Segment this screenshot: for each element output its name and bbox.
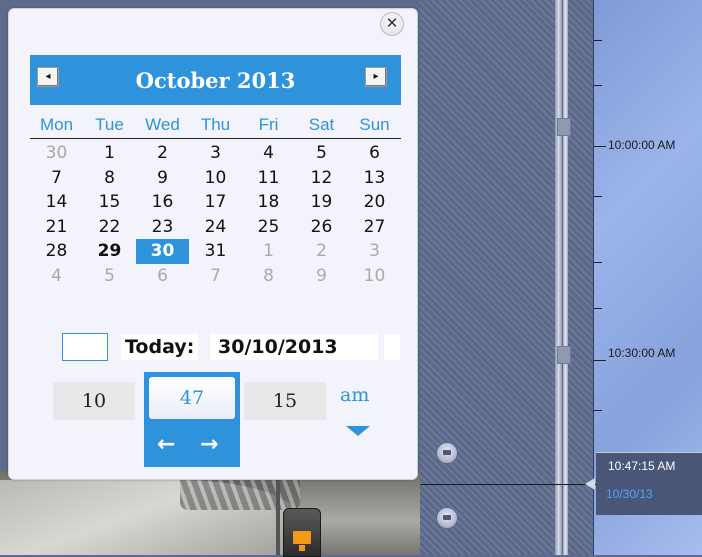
calendar-day[interactable]: 22 bbox=[83, 215, 136, 240]
month-title: October 2013 bbox=[135, 68, 296, 93]
monitor-icon[interactable] bbox=[283, 508, 321, 557]
calendar-day[interactable]: 5 bbox=[83, 264, 136, 289]
calendar-day[interactable]: 1 bbox=[242, 239, 295, 264]
timeline-rail bbox=[555, 0, 562, 555]
scale-tick bbox=[594, 308, 602, 309]
calendar-header: ◂ October 2013 ▸ bbox=[30, 55, 401, 105]
scale-tick bbox=[594, 360, 606, 361]
scroll-down-icon[interactable] bbox=[436, 507, 458, 529]
minute-field[interactable]: 47 bbox=[149, 377, 235, 419]
hour-field[interactable]: 10 bbox=[53, 382, 135, 420]
calendar-day[interactable]: 8 bbox=[83, 166, 136, 191]
minute-right-arrow-icon[interactable]: → bbox=[200, 432, 218, 457]
calendar-week-row: 7 8 9 10 11 12 13 bbox=[30, 166, 401, 191]
calendar-day[interactable]: 19 bbox=[295, 190, 348, 215]
playhead-date: 10/30/13 bbox=[606, 487, 653, 501]
next-month-button[interactable]: ▸ bbox=[365, 67, 387, 87]
scale-label-1000: 10:00:00 AM bbox=[608, 138, 676, 152]
playhead-arrow-icon[interactable] bbox=[585, 478, 595, 490]
calendar-day[interactable]: 26 bbox=[295, 215, 348, 240]
today-field-end bbox=[384, 334, 400, 360]
calendar-day[interactable]: 18 bbox=[242, 190, 295, 215]
weekday-header: Mon Tue Wed Thu Fri Sat Sun bbox=[30, 112, 401, 139]
calendar-day[interactable]: 21 bbox=[30, 215, 83, 240]
calendar-day[interactable]: 25 bbox=[242, 215, 295, 240]
scale-tick bbox=[594, 196, 602, 197]
calendar-day[interactable]: 10 bbox=[189, 166, 242, 191]
calendar-day[interactable]: 9 bbox=[136, 166, 189, 191]
today-date-value[interactable]: 30/10/2013 bbox=[210, 334, 378, 360]
calendar-day[interactable]: 2 bbox=[136, 141, 189, 166]
second-field[interactable]: 15 bbox=[244, 382, 326, 420]
calendar-day[interactable]: 7 bbox=[30, 166, 83, 191]
calendar-day[interactable]: 9 bbox=[295, 264, 348, 289]
calendar-day[interactable]: 6 bbox=[136, 264, 189, 289]
rail-knob-bottom[interactable] bbox=[557, 346, 571, 364]
timeline-rail-secondary bbox=[563, 0, 568, 555]
calendar-day[interactable]: 7 bbox=[189, 264, 242, 289]
calendar-week-row: 28 29 30 31 1 2 3 bbox=[30, 239, 401, 264]
calendar-day[interactable]: 29 bbox=[83, 239, 136, 264]
calendar-day[interactable]: 23 bbox=[136, 215, 189, 240]
calendar-day[interactable]: 4 bbox=[242, 141, 295, 166]
calendar-day[interactable]: 16 bbox=[136, 190, 189, 215]
playhead-time: 10:47:15 AM bbox=[608, 459, 676, 473]
calendar-day[interactable]: 31 bbox=[189, 239, 242, 264]
camera-post bbox=[276, 470, 280, 555]
calendar-day[interactable]: 3 bbox=[348, 239, 401, 264]
calendar-day[interactable]: 8 bbox=[242, 264, 295, 289]
scroll-up-icon[interactable] bbox=[436, 442, 458, 464]
rail-knob-top[interactable] bbox=[557, 118, 571, 136]
calendar-day-selected[interactable]: 30 bbox=[136, 239, 189, 264]
calendar-day[interactable]: 3 bbox=[189, 141, 242, 166]
calendar-day[interactable]: 27 bbox=[348, 215, 401, 240]
calendar-day[interactable]: 6 bbox=[348, 141, 401, 166]
calendar-day[interactable]: 30 bbox=[30, 141, 83, 166]
calendar-week-row: 30 1 2 3 4 5 6 bbox=[30, 141, 401, 166]
today-label: Today: bbox=[121, 334, 199, 360]
today-checkbox[interactable] bbox=[62, 333, 108, 361]
calendar-day[interactable]: 4 bbox=[30, 264, 83, 289]
calendar-day[interactable]: 15 bbox=[83, 190, 136, 215]
calendar-week-row: 21 22 23 24 25 26 27 bbox=[30, 215, 401, 240]
calendar-day[interactable]: 11 bbox=[242, 166, 295, 191]
weekday-label: Wed bbox=[145, 115, 180, 134]
calendar-day[interactable]: 12 bbox=[295, 166, 348, 191]
scale-tick bbox=[594, 40, 602, 41]
calendar-day[interactable]: 24 bbox=[189, 215, 242, 240]
calendar-day[interactable]: 14 bbox=[30, 190, 83, 215]
ampm-toggle[interactable]: am bbox=[340, 384, 369, 406]
weekday-label: Sun bbox=[359, 115, 390, 134]
calendar-day[interactable]: 1 bbox=[83, 141, 136, 166]
calendar-day[interactable]: 17 bbox=[189, 190, 242, 215]
minute-left-arrow-icon[interactable]: ← bbox=[157, 432, 175, 457]
camera-view bbox=[0, 470, 425, 555]
weekday-label: Sat bbox=[308, 115, 335, 134]
calendar-week-row: 4 5 6 7 8 9 10 bbox=[30, 264, 401, 289]
scale-tick bbox=[594, 146, 606, 147]
calendar-grid: 30 1 2 3 4 5 6 7 8 9 10 11 12 13 14 15 16 17 18 19 20 21 22 23 2… bbox=[30, 141, 401, 288]
scale-label-1030: 10:30:00 AM bbox=[608, 346, 676, 360]
calendar-day[interactable]: 2 bbox=[295, 239, 348, 264]
calendar-week-row: 14 15 16 17 18 19 20 bbox=[30, 190, 401, 215]
scale-tick bbox=[594, 262, 602, 263]
weekday-label: Thu bbox=[200, 115, 231, 134]
weekday-label: Tue bbox=[95, 115, 124, 134]
calendar-day[interactable]: 28 bbox=[30, 239, 83, 264]
scale-tick bbox=[594, 410, 602, 411]
scale-tick bbox=[594, 85, 602, 86]
ampm-dropdown-icon[interactable] bbox=[346, 426, 370, 436]
weekday-label: Mon bbox=[39, 115, 74, 134]
calendar-day[interactable]: 10 bbox=[348, 264, 401, 289]
close-icon[interactable]: ✕ bbox=[380, 12, 404, 36]
calendar-day[interactable]: 5 bbox=[295, 141, 348, 166]
weekday-label: Fri bbox=[258, 115, 279, 134]
calendar-day[interactable]: 13 bbox=[348, 166, 401, 191]
calendar-day[interactable]: 20 bbox=[348, 190, 401, 215]
timeline-track[interactable] bbox=[420, 0, 595, 555]
